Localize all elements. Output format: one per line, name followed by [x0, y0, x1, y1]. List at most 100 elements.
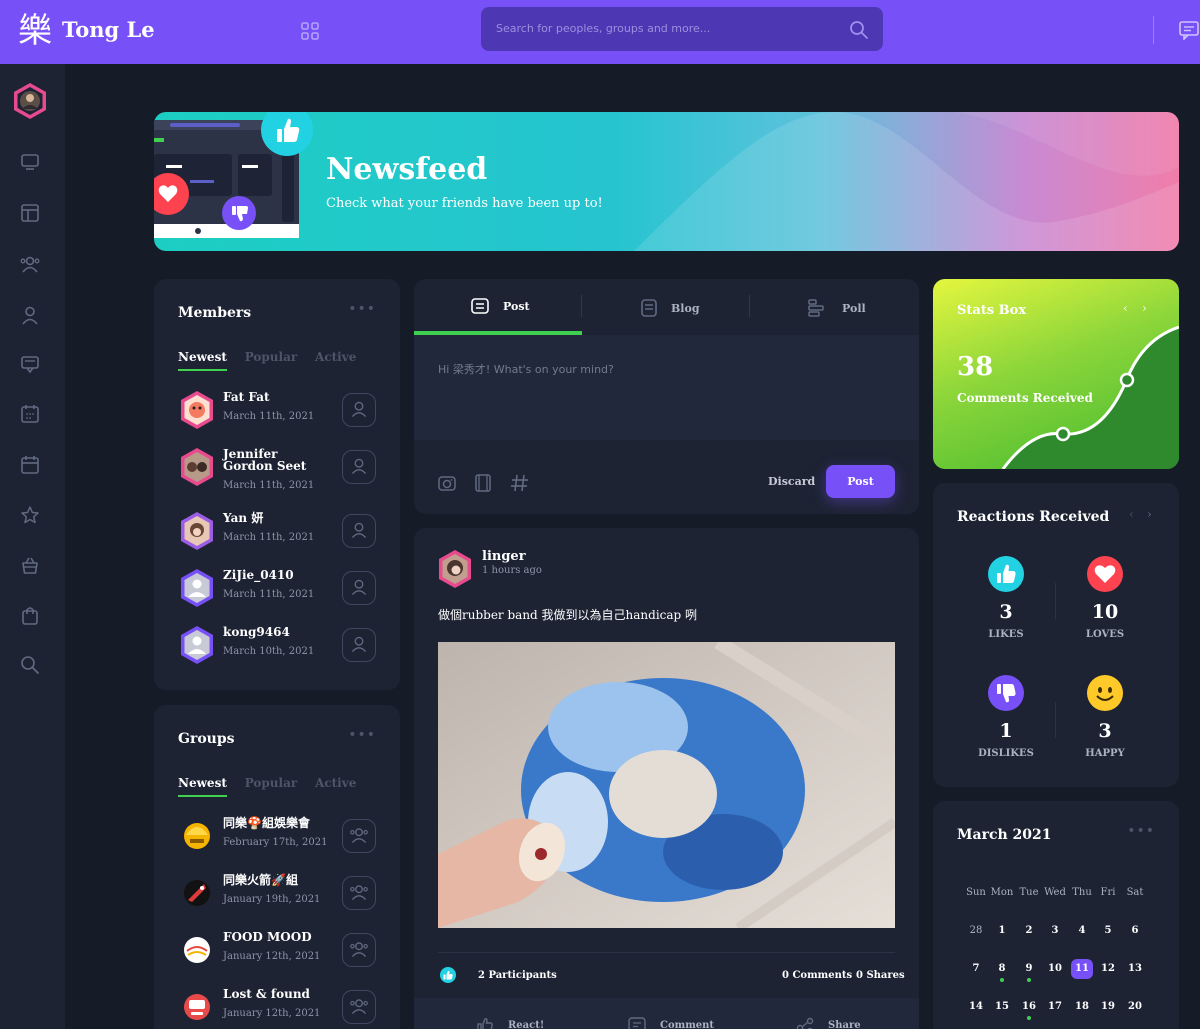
video-icon[interactable] — [474, 474, 492, 492]
post-input-placeholder[interactable]: Hi 梁秀才! What's on your mind? — [438, 361, 614, 377]
calendar-day[interactable]: 4 — [1069, 925, 1095, 936]
group-avatar[interactable] — [178, 986, 216, 1028]
add-friend-button[interactable] — [342, 393, 376, 427]
list-item[interactable]: 同樂🍄組娛樂會 February 17th, 2021 — [178, 815, 376, 859]
group-name[interactable]: 同樂火箭🚀組 — [223, 874, 343, 886]
calendar-day[interactable]: 3 — [1042, 925, 1068, 936]
group-name[interactable]: 同樂🍄組娛樂會 — [223, 817, 343, 829]
post-shares-count[interactable]: 0 Shares — [856, 970, 905, 981]
calendar-day[interactable]: 9 — [1016, 963, 1042, 974]
avatar[interactable] — [178, 389, 216, 431]
member-name[interactable]: ZiJie_0410 — [223, 569, 323, 581]
marketplace-icon[interactable] — [20, 555, 40, 575]
calendar-day[interactable]: 6 — [1122, 925, 1148, 936]
members-icon[interactable] — [20, 305, 40, 325]
reactions-prev-icon[interactable]: ‹ — [1129, 507, 1134, 521]
newsfeed-icon[interactable] — [20, 152, 40, 172]
grid-menu-icon[interactable] — [300, 21, 320, 41]
logo-icon[interactable]: 樂 — [18, 12, 56, 50]
join-group-button[interactable] — [342, 876, 376, 910]
calendar-day[interactable]: 17 — [1042, 1001, 1068, 1012]
add-friend-button[interactable] — [342, 628, 376, 662]
calendar-day[interactable]: 7 — [963, 963, 989, 974]
calendar-day[interactable]: 20 — [1122, 1001, 1148, 1012]
calendar-day[interactable]: 28 — [963, 925, 989, 936]
post-author[interactable]: linger — [482, 549, 526, 564]
avatar[interactable] — [178, 446, 216, 488]
calendar-day[interactable]: 19 — [1095, 1001, 1121, 1012]
calendar-day[interactable]: 13 — [1122, 963, 1148, 974]
list-item[interactable]: Jennifer Gordon Seet March 11th, 2021 — [178, 446, 376, 491]
tab-popular[interactable]: Popular — [245, 350, 297, 364]
avatar[interactable] — [178, 510, 216, 552]
add-friend-button[interactable] — [342, 571, 376, 605]
reactions-next-icon[interactable]: › — [1147, 507, 1152, 521]
groups-icon[interactable] — [20, 254, 40, 274]
calendar-day[interactable]: 15 — [989, 1001, 1015, 1012]
calendar-day[interactable]: 16 — [1016, 1001, 1042, 1012]
react-button[interactable]: React! — [476, 1016, 556, 1029]
overview-icon[interactable] — [20, 203, 40, 223]
list-item[interactable]: Lost & found January 12th, 2021 — [178, 986, 376, 1029]
post-button[interactable]: Post — [826, 465, 895, 498]
calendar-icon[interactable] — [20, 455, 40, 475]
app-title[interactable]: Tong Le — [62, 17, 155, 42]
stats-next-icon[interactable]: › — [1142, 301, 1147, 315]
join-group-button[interactable] — [342, 990, 376, 1024]
search-bar[interactable]: Search for peoples, groups and more... — [481, 7, 883, 51]
group-name[interactable]: FOOD MOOD — [223, 931, 343, 943]
more-options-icon[interactable]: ••• — [1127, 823, 1155, 839]
search-people-icon[interactable] — [20, 655, 40, 675]
calendar-day[interactable]: 10 — [1042, 963, 1068, 974]
calendar-day[interactable]: 12 — [1095, 963, 1121, 974]
search-input[interactable]: Search for peoples, groups and more... — [496, 22, 710, 35]
list-item[interactable]: FOOD MOOD January 12th, 2021 — [178, 929, 376, 973]
tab-active[interactable]: Active — [315, 350, 356, 364]
member-name[interactable]: Jennifer Gordon Seet — [223, 448, 323, 472]
group-name[interactable]: Lost & found — [223, 988, 343, 1000]
tab-newest[interactable]: Newest — [178, 776, 227, 797]
group-avatar[interactable] — [178, 929, 216, 971]
calendar-day[interactable]: 1 — [989, 925, 1015, 936]
member-name[interactable]: Yan 妍 — [223, 512, 323, 524]
hashtag-icon[interactable] — [510, 473, 530, 493]
share-button[interactable]: Share — [796, 1016, 876, 1029]
shopping-bag-icon[interactable] — [20, 605, 40, 625]
list-item[interactable]: kong9464 March 10th, 2021 — [178, 624, 376, 668]
avatar[interactable] — [436, 548, 474, 590]
events-icon[interactable] — [20, 404, 40, 424]
member-name[interactable]: kong9464 — [223, 626, 323, 638]
tab-popular[interactable]: Popular — [245, 776, 297, 790]
avatar[interactable] — [178, 567, 216, 609]
add-friend-button[interactable] — [342, 514, 376, 548]
join-group-button[interactable] — [342, 933, 376, 967]
calendar-day[interactable]: 2 — [1016, 925, 1042, 936]
stats-prev-icon[interactable]: ‹ — [1123, 301, 1128, 315]
camera-icon[interactable] — [438, 474, 456, 492]
messages-icon[interactable] — [1178, 20, 1200, 40]
list-item[interactable]: 同樂火箭🚀組 January 19th, 2021 — [178, 872, 376, 916]
post-participants[interactable]: 2 Participants — [478, 970, 557, 981]
list-item[interactable]: Yan 妍 March 11th, 2021 — [178, 510, 376, 554]
tab-newest[interactable]: Newest — [178, 350, 227, 371]
list-item[interactable]: ZiJie_0410 March 11th, 2021 — [178, 567, 376, 611]
post-textarea[interactable]: Hi 梁秀才! What's on your mind? — [414, 335, 919, 440]
star-icon[interactable] — [20, 505, 40, 525]
discard-button[interactable]: Discard — [768, 475, 815, 488]
more-options-icon[interactable]: ••• — [348, 301, 376, 317]
comment-button[interactable]: Comment — [628, 1016, 718, 1029]
join-group-button[interactable] — [342, 819, 376, 853]
list-item[interactable]: Fat Fat March 11th, 2021 — [178, 389, 376, 433]
calendar-day[interactable]: 18 — [1069, 1001, 1095, 1012]
search-icon[interactable] — [849, 20, 869, 40]
more-options-icon[interactable]: ••• — [348, 727, 376, 743]
calendar-day[interactable]: 14 — [963, 1001, 989, 1012]
post-photo[interactable] — [438, 642, 895, 928]
tab-blog[interactable]: Blog — [582, 279, 750, 335]
calendar-day[interactable]: 8 — [989, 963, 1015, 974]
user-avatar[interactable] — [11, 81, 49, 121]
group-avatar[interactable] — [178, 872, 216, 914]
member-name[interactable]: Fat Fat — [223, 391, 323, 403]
forums-icon[interactable] — [20, 354, 40, 374]
tab-post[interactable]: Post — [414, 279, 582, 335]
